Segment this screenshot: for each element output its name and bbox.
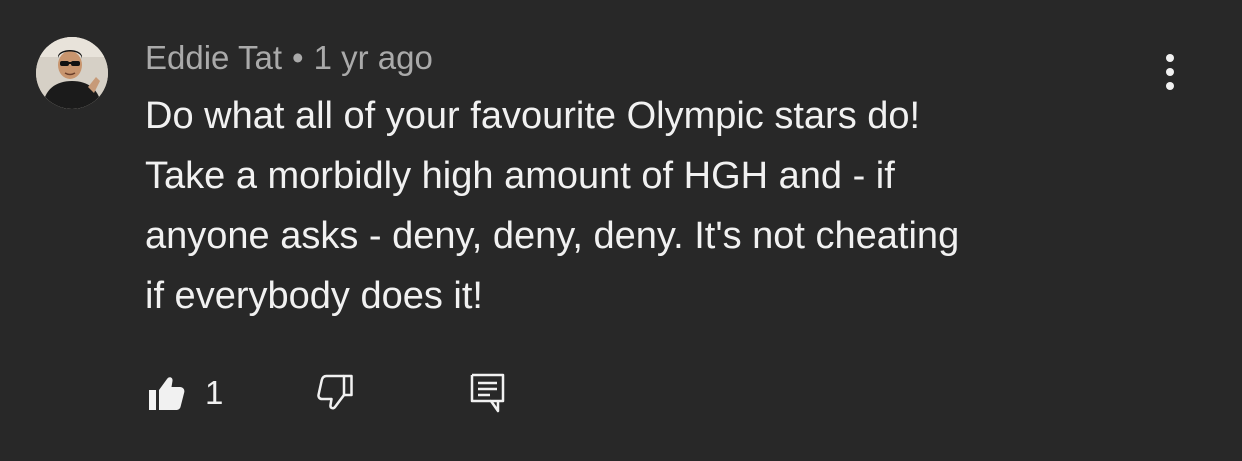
comment: Eddie Tat • 1 yr ago Do what all of your f… [0,0,1242,461]
thumbs-down-icon [317,374,353,410]
comment-text-line: Do what all of your favourite Olympic st… [145,95,921,137]
avatar-image [36,37,108,109]
like-count: 1 [205,374,224,411]
dislike-button[interactable] [315,370,355,416]
author-name[interactable]: Eddie Tat [145,39,282,76]
thumbs-up-icon [149,377,185,410]
more-vertical-icon [1166,54,1174,90]
comment-text-line: anyone asks - deny, deny, deny. It's not… [145,215,960,257]
comment-text: Do what all of your favourite Olympic st… [145,86,1145,326]
reply-comment-icon [470,373,505,413]
meta-separator: • [292,39,304,76]
reply-button[interactable] [468,370,508,416]
comment-text-line: Take a morbidly high amount of HGH and -… [145,155,895,197]
like-button[interactable]: 1 [145,370,223,416]
comment-text-line: if everybody does it! [145,275,483,317]
timestamp[interactable]: 1 yr ago [314,39,433,76]
more-options-button[interactable] [1150,50,1190,94]
avatar[interactable] [36,37,108,109]
comment-meta: Eddie Tat • 1 yr ago [145,38,433,78]
